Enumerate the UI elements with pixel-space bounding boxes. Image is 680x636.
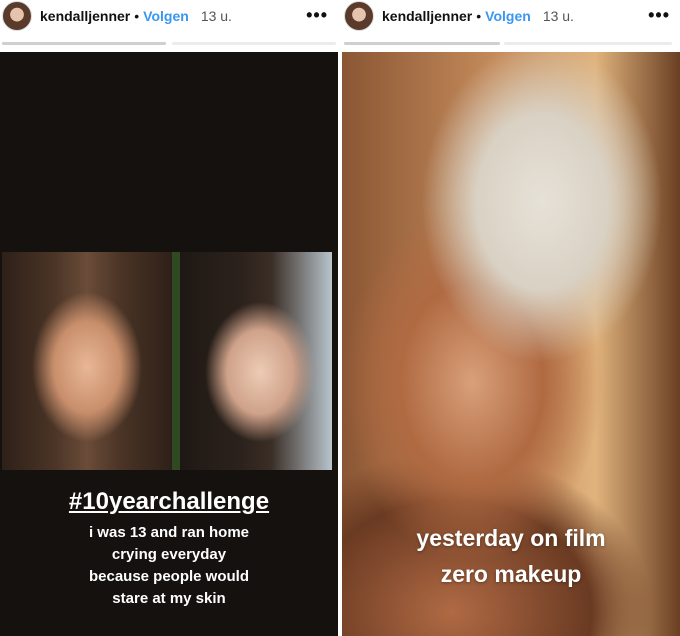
username[interactable]: kendalljenner (382, 8, 472, 24)
caption-line: stare at my skin (112, 590, 226, 607)
avatar[interactable] (344, 1, 374, 31)
story-frame[interactable]: #10yearchallenge i was 13 and ran home c… (0, 52, 338, 636)
caption-line: crying everyday (111, 546, 227, 563)
caption-text: i was 13 and ran home crying everyday be… (0, 522, 338, 610)
avatar[interactable] (2, 1, 32, 31)
caption-line: zero makeup (440, 561, 582, 587)
more-options-icon[interactable]: ••• (306, 5, 328, 26)
caption-line: i was 13 and ran home (88, 524, 250, 541)
caption-line: yesterday on film (416, 525, 606, 551)
progress-segment-1 (2, 42, 166, 45)
progress-fill (2, 42, 166, 45)
photo-divider (172, 252, 180, 470)
photo-older (180, 252, 332, 470)
caption-line: because people would (88, 568, 250, 585)
more-options-icon[interactable]: ••• (648, 5, 670, 26)
photo-young (2, 252, 172, 470)
caption-text: yesterday on film zero makeup (342, 520, 680, 592)
progress-segment-1 (344, 42, 500, 45)
username[interactable]: kendalljenner (40, 8, 130, 24)
timestamp: 13 u. (542, 8, 574, 24)
follow-button[interactable]: Volgen (143, 8, 189, 24)
separator-dot: • (476, 8, 482, 24)
timestamp: 13 u. (200, 8, 232, 24)
story-left: kendalljenner • Volgen 13 u. ••• #10year… (0, 0, 338, 636)
story-right: kendalljenner • Volgen 13 u. ••• yesterd… (342, 0, 680, 636)
progress-fill (344, 42, 500, 45)
story-frame[interactable]: yesterday on film zero makeup (342, 52, 680, 636)
follow-button[interactable]: Volgen (485, 8, 531, 24)
separator-dot: • (134, 8, 140, 24)
hashtag-caption[interactable]: #10yearchallenge (0, 488, 338, 516)
progress-segment-2 (172, 42, 336, 45)
story-header: kendalljenner • Volgen 13 u. ••• (342, 0, 680, 32)
story-header: kendalljenner • Volgen 13 u. ••• (0, 0, 338, 32)
progress-segment-2 (504, 42, 672, 45)
